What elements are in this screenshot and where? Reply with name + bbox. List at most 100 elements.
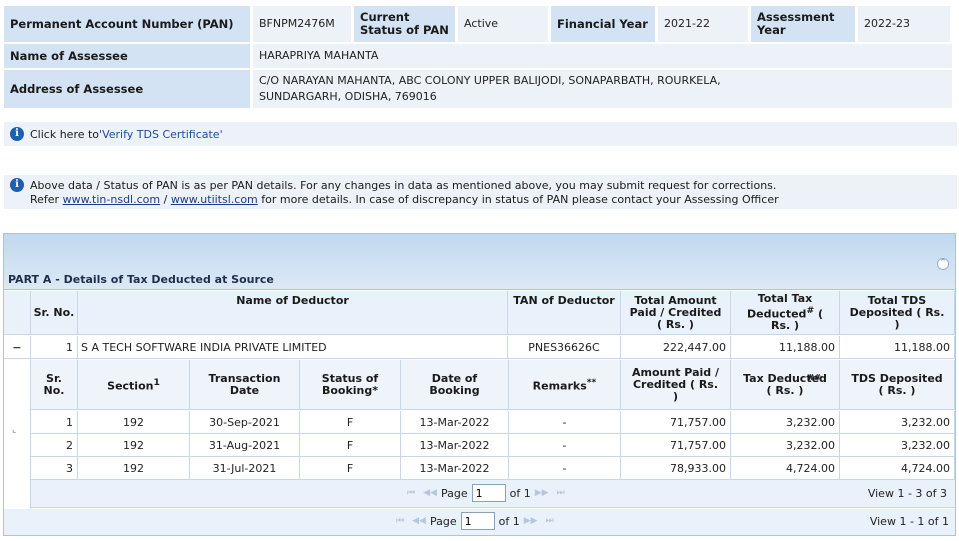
verify-tds-certificate-link[interactable]: 'Verify TDS Certificate' — [99, 128, 223, 141]
grid-view-count: View 1 - 1 of 1 — [869, 515, 949, 528]
assessee-name-value: HARAPRIYA MAHANTA — [253, 44, 952, 68]
subgrid-gutter: ⌞ — [4, 359, 31, 509]
sub-col-booking-date-header[interactable]: Date of Booking — [401, 360, 509, 410]
grid-pager: ⏮ ◀◀ Page of 1 ▶▶ ⏭ — [392, 512, 558, 530]
row-deductor-name: S A TECH SOFTWARE INDIA PRIVATE LIMITED — [78, 336, 508, 359]
sub-row-remarks: - — [509, 434, 621, 457]
collapse-up-icon[interactable]: ⌃ — [937, 258, 949, 270]
sub-row-remarks: - — [509, 457, 621, 480]
sub-row-booking-date: 13-Mar-2022 — [401, 434, 509, 457]
sub-col-amount-header[interactable]: Amount Paid / Credited ( Rs. ) — [621, 360, 731, 410]
remarks-sup: ** — [586, 376, 597, 388]
address-line-2: SUNDARGARH, ODISHA, 769016 — [259, 90, 437, 103]
sub-col-sr-header[interactable]: Sr. No. — [31, 360, 78, 410]
financial-year-value: 2021-22 — [658, 6, 748, 42]
page-number-input[interactable] — [460, 512, 495, 530]
sub-row-txn-date: 31-Jul-2021 — [190, 457, 300, 480]
row-total-amount: 222,447.00 — [621, 336, 731, 359]
page-of-label: of 1 — [498, 514, 520, 528]
remarks-label: Remarks — [532, 379, 587, 393]
col-total-tax-header[interactable]: Total Tax Deducted# ( Rs. ) — [731, 291, 840, 335]
row-tan: PNES36626C — [508, 336, 621, 359]
subgrid-pager: ⏮ ◀◀ Page of 1 ▶▶ ⏭ — [403, 484, 569, 502]
info-icon: i — [10, 127, 24, 141]
sub-row-sr: 3 — [31, 457, 78, 480]
pan-label: Permanent Account Number (PAN) — [4, 6, 250, 42]
sub-row-section: 192 — [78, 411, 190, 434]
assessee-address-value: C/O NARAYAN MAHANTA, ABC COLONY UPPER BA… — [253, 70, 952, 108]
sub-row-txn-date: 30-Sep-2021 — [190, 411, 300, 434]
sub-row-section: 192 — [78, 457, 190, 480]
sub-col-tds-header[interactable]: TDS Deposited ( Rs. ) — [840, 360, 955, 410]
sub-row-tax: 3,232.00 — [731, 434, 840, 457]
last-page-icon[interactable]: ⏭ — [557, 488, 565, 498]
assessee-address-label: Address of Assessee — [4, 70, 250, 108]
sub-row-remarks: - — [509, 411, 621, 434]
sub-col-tax-header[interactable]: Tax Deducted ## ( Rs. ) — [731, 360, 840, 410]
col-expand-header — [4, 291, 31, 335]
sub-col-status-header[interactable]: Status of Booking* — [300, 360, 401, 410]
sub-row-tds: 3,232.00 — [840, 434, 955, 457]
sub-row-status: F — [300, 434, 401, 457]
grid-pager-bar: ⏮ ◀◀ Page of 1 ▶▶ ⏭ View 1 - 1 of 1 — [4, 509, 955, 535]
first-page-icon[interactable]: ⏮ — [407, 488, 415, 498]
col-total-tds-header[interactable]: Total TDS Deposited ( Rs. ) — [840, 291, 955, 335]
sub-row-tds: 4,724.00 — [840, 457, 955, 480]
next-page-icon[interactable]: ▶▶ — [535, 488, 549, 498]
first-page-icon[interactable]: ⏮ — [396, 516, 404, 526]
address-line-1: C/O NARAYAN MAHANTA, ABC COLONY UPPER BA… — [259, 74, 721, 87]
grid-title: PART A - Details of Tax Deducted at Sour… — [8, 273, 274, 286]
sub-row-sr: 1 — [31, 411, 78, 434]
sub-tax-unit: ( Rs. ) — [766, 383, 804, 397]
grid-caption: PART A - Details of Tax Deducted at Sour… — [4, 234, 955, 290]
page-label: Page — [440, 486, 468, 500]
sub-tax-sup: ## — [807, 373, 821, 382]
row-total-tds: 11,188.00 — [840, 336, 955, 359]
verify-tds-notice: i Click here to 'Verify TDS Certificate' — [4, 122, 957, 146]
total-tax-label: Total Tax Deducted — [747, 291, 813, 321]
last-page-icon[interactable]: ⏭ — [546, 516, 554, 526]
info-icon: i — [10, 178, 24, 192]
subgrid-view-count: View 1 - 3 of 3 — [867, 487, 947, 500]
sub-row-section: 192 — [78, 434, 190, 457]
tin-nsdl-link[interactable]: www.tin-nsdl.com — [63, 193, 161, 206]
pan-notice-rest: for more details. In case of discrepancy… — [257, 193, 779, 206]
col-sr-header[interactable]: Sr. No. — [31, 291, 78, 335]
row-total-tax: 11,188.00 — [731, 336, 840, 359]
assessment-year-label: Assessment Year — [751, 6, 855, 42]
col-tan-header[interactable]: TAN of Deductor — [508, 291, 621, 335]
sub-row-tax: 3,232.00 — [731, 411, 840, 434]
pan-value: BFNPM2476M — [253, 6, 351, 42]
sub-row-status: F — [300, 411, 401, 434]
sub-row-sr: 2 — [31, 434, 78, 457]
sub-row-booking-date: 13-Mar-2022 — [401, 457, 509, 480]
sub-col-txn-date-header[interactable]: Transaction Date — [190, 360, 300, 410]
row-collapse-toggle[interactable]: − — [4, 336, 31, 359]
financial-year-label: Financial Year — [551, 6, 655, 42]
assessment-year-value: 2022-23 — [858, 6, 950, 42]
sub-row-status: F — [300, 457, 401, 480]
sub-col-section-header[interactable]: Section1 — [78, 360, 190, 410]
page-label: Page — [429, 514, 457, 528]
section-sup: 1 — [153, 376, 160, 388]
row-sr: 1 — [31, 336, 78, 359]
section-label: Section — [107, 379, 154, 393]
verify-prefix: Click here to — [30, 127, 100, 141]
utiitsl-link[interactable]: www.utiitsl.com — [171, 193, 258, 206]
prev-page-icon[interactable]: ◀◀ — [423, 488, 437, 498]
page-number-input[interactable] — [471, 484, 506, 502]
sub-row-amount: 71,757.00 — [621, 434, 731, 457]
next-page-icon[interactable]: ▶▶ — [524, 516, 538, 526]
prev-page-icon[interactable]: ◀◀ — [412, 516, 426, 526]
subgrid-indicator-icon: ⌞ — [12, 425, 17, 435]
pan-status-value: Active — [458, 6, 548, 42]
sub-row-tds: 3,232.00 — [840, 411, 955, 434]
sub-row-amount: 71,757.00 — [621, 411, 731, 434]
page-of-label: of 1 — [509, 486, 531, 500]
col-total-amount-header[interactable]: Total Amount Paid / Credited ( Rs. ) — [621, 291, 731, 335]
sub-row-booking-date: 13-Mar-2022 — [401, 411, 509, 434]
pan-notice-line1: Above data / Status of PAN is as per PAN… — [30, 178, 777, 192]
sub-col-remarks-header[interactable]: Remarks** — [509, 360, 621, 410]
col-deductor-name-header[interactable]: Name of Deductor — [78, 291, 508, 335]
pan-status-label: Current Status of PAN — [354, 6, 455, 42]
